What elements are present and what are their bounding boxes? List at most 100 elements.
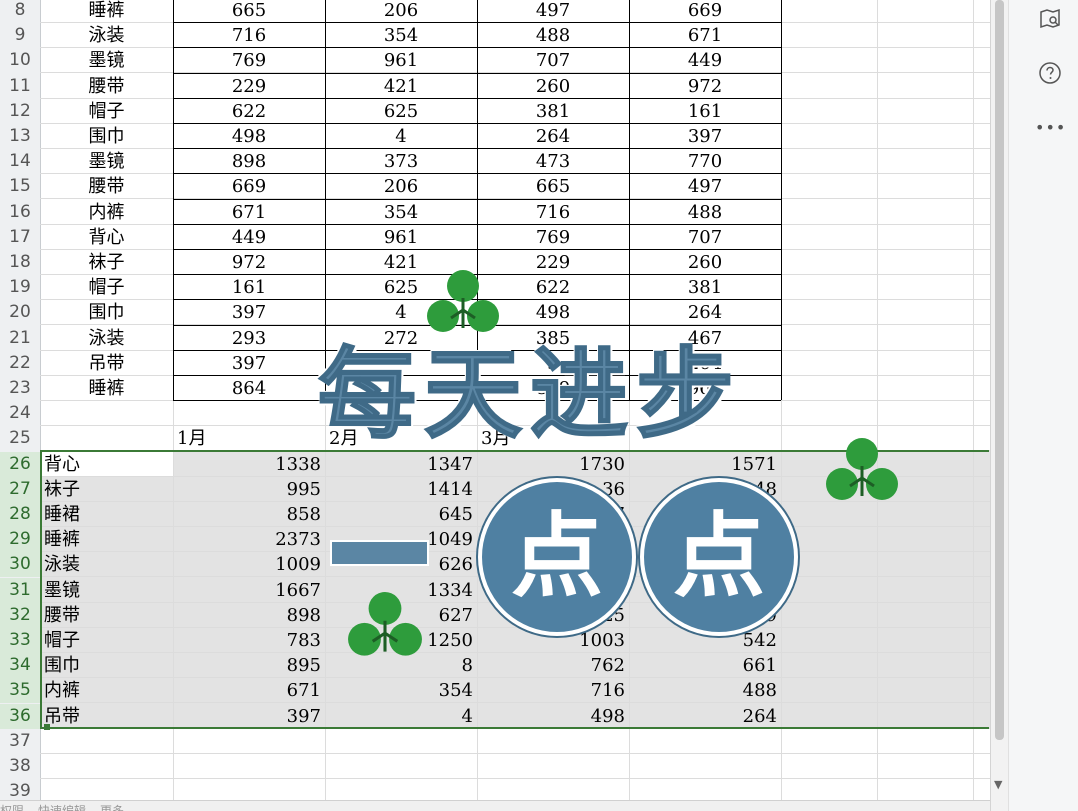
item-cell[interactable]: 睡裤 bbox=[40, 376, 173, 401]
value-cell[interactable]: 206 bbox=[325, 0, 477, 23]
value-cell[interactable]: 961 bbox=[629, 376, 781, 401]
scrollbar-thumb[interactable] bbox=[995, 0, 1004, 740]
value-cell[interactable]: 972 bbox=[629, 74, 781, 99]
item-cell[interactable]: 帽子 bbox=[40, 275, 173, 300]
value-cell[interactable]: 889 bbox=[477, 376, 629, 401]
value-cell[interactable]: 488 bbox=[477, 23, 629, 48]
value-cell[interactable]: 716 bbox=[173, 23, 325, 48]
month-header-cell[interactable]: 1月 bbox=[173, 426, 325, 451]
sheet-tab[interactable]: 快速编辑 bbox=[38, 802, 86, 811]
row-number[interactable]: 28 bbox=[0, 502, 40, 527]
value-cell[interactable] bbox=[325, 376, 477, 401]
value-cell[interactable]: 449 bbox=[173, 225, 325, 250]
item-cell[interactable]: 腰带 bbox=[40, 74, 173, 99]
value-cell[interactable]: 381 bbox=[629, 275, 781, 300]
value-cell[interactable]: 229 bbox=[477, 250, 629, 275]
row-number[interactable]: 27 bbox=[0, 476, 40, 502]
value-cell[interactable]: 769 bbox=[173, 48, 325, 73]
row-number[interactable]: 16 bbox=[0, 200, 40, 225]
value-cell[interactable]: 498 bbox=[477, 300, 629, 325]
item-cell[interactable]: 睡裤 bbox=[40, 0, 173, 23]
value-cell[interactable]: 206 bbox=[325, 174, 477, 199]
value-cell[interactable]: 665 bbox=[477, 174, 629, 199]
value-cell[interactable]: 625 bbox=[325, 275, 477, 300]
item-cell[interactable]: 围巾 bbox=[40, 124, 173, 149]
fill-handle[interactable] bbox=[44, 724, 50, 730]
value-cell[interactable]: 381 bbox=[477, 99, 629, 124]
vertical-scrollbar[interactable]: ▼ bbox=[990, 0, 1009, 811]
row-number[interactable]: 19 bbox=[0, 275, 40, 300]
value-cell[interactable]: 622 bbox=[173, 99, 325, 124]
value-cell[interactable]: 625 bbox=[325, 99, 477, 124]
row-number[interactable]: 10 bbox=[0, 48, 40, 73]
value-cell[interactable]: 961 bbox=[325, 225, 477, 250]
help-icon[interactable] bbox=[1035, 61, 1065, 91]
value-cell[interactable]: 864 bbox=[173, 376, 325, 401]
row-number[interactable]: 17 bbox=[0, 225, 40, 250]
value-cell[interactable]: 260 bbox=[477, 74, 629, 99]
row-number[interactable]: 18 bbox=[0, 250, 40, 275]
row-number[interactable]: 9 bbox=[0, 23, 40, 48]
value-cell[interactable]: 770 bbox=[629, 149, 781, 174]
value-cell[interactable]: 488 bbox=[629, 200, 781, 225]
value-cell[interactable]: 497 bbox=[477, 0, 629, 23]
value-cell[interactable]: 293 bbox=[173, 326, 325, 351]
value-cell[interactable]: 421 bbox=[325, 250, 477, 275]
value-cell[interactable]: 961 bbox=[325, 48, 477, 73]
value-cell[interactable]: 421 bbox=[325, 74, 477, 99]
row-number[interactable]: 11 bbox=[0, 74, 40, 99]
row-number[interactable]: 20 bbox=[0, 300, 40, 325]
row-number[interactable]: 24 bbox=[0, 401, 40, 426]
row-number[interactable]: 38 bbox=[0, 754, 40, 779]
value-cell[interactable]: 264 bbox=[629, 351, 781, 376]
item-cell[interactable]: 背心 bbox=[40, 225, 173, 250]
value-cell[interactable]: 669 bbox=[173, 174, 325, 199]
value-cell[interactable] bbox=[325, 351, 477, 376]
row-number[interactable]: 31 bbox=[0, 577, 40, 603]
item-cell[interactable]: 墨镜 bbox=[40, 149, 173, 174]
row-number[interactable]: 23 bbox=[0, 376, 40, 401]
row-number[interactable]: 26 bbox=[0, 451, 40, 477]
value-cell[interactable]: 161 bbox=[629, 99, 781, 124]
value-cell[interactable]: 898 bbox=[173, 149, 325, 174]
row-number[interactable]: 12 bbox=[0, 99, 40, 124]
value-cell[interactable]: 707 bbox=[477, 48, 629, 73]
row-number[interactable]: 35 bbox=[0, 678, 40, 704]
more-icon[interactable]: ••• bbox=[1035, 113, 1065, 143]
value-cell[interactable]: 385 bbox=[477, 326, 629, 351]
row-number[interactable]: 29 bbox=[0, 527, 40, 553]
item-cell[interactable]: 吊带 bbox=[40, 351, 173, 376]
value-cell[interactable]: 354 bbox=[325, 23, 477, 48]
value-cell[interactable]: 4 bbox=[325, 300, 477, 325]
value-cell[interactable]: 467 bbox=[629, 326, 781, 351]
sheet-tab[interactable]: 权限 bbox=[0, 802, 24, 811]
value-cell[interactable]: 397 bbox=[173, 351, 325, 376]
item-cell[interactable]: 内裤 bbox=[40, 200, 173, 225]
spreadsheet-grid[interactable]: 8 睡裤 665 206 497 669 9 泳装 716 354 488 671 10 墨镜 769 961… bbox=[0, 0, 990, 811]
value-cell[interactable]: 354 bbox=[325, 200, 477, 225]
value-cell[interactable]: 397 bbox=[173, 300, 325, 325]
sheet-tab[interactable]: 更多 bbox=[100, 802, 124, 811]
value-cell[interactable]: 264 bbox=[477, 124, 629, 149]
item-cell[interactable]: 腰带 bbox=[40, 174, 173, 199]
value-cell[interactable]: 161 bbox=[173, 275, 325, 300]
value-cell[interactable]: 3 bbox=[477, 351, 629, 376]
row-number[interactable]: 21 bbox=[0, 326, 40, 351]
value-cell[interactable]: 373 bbox=[325, 149, 477, 174]
row-number[interactable]: 8 bbox=[0, 0, 40, 23]
row-number[interactable]: 34 bbox=[0, 653, 40, 679]
row-number[interactable]: 30 bbox=[0, 552, 40, 578]
value-cell[interactable]: 622 bbox=[477, 275, 629, 300]
item-cell[interactable]: 帽子 bbox=[40, 99, 173, 124]
value-cell[interactable]: 397 bbox=[629, 124, 781, 149]
row-number[interactable]: 22 bbox=[0, 351, 40, 376]
item-cell[interactable]: 围巾 bbox=[40, 300, 173, 325]
value-cell[interactable]: 769 bbox=[477, 225, 629, 250]
value-cell[interactable]: 229 bbox=[173, 74, 325, 99]
value-cell[interactable]: 669 bbox=[629, 0, 781, 23]
value-cell[interactable]: 498 bbox=[173, 124, 325, 149]
value-cell[interactable]: 449 bbox=[629, 48, 781, 73]
row-number[interactable]: 14 bbox=[0, 149, 40, 174]
item-cell[interactable]: 泳装 bbox=[40, 23, 173, 48]
row-number[interactable]: 36 bbox=[0, 703, 40, 729]
